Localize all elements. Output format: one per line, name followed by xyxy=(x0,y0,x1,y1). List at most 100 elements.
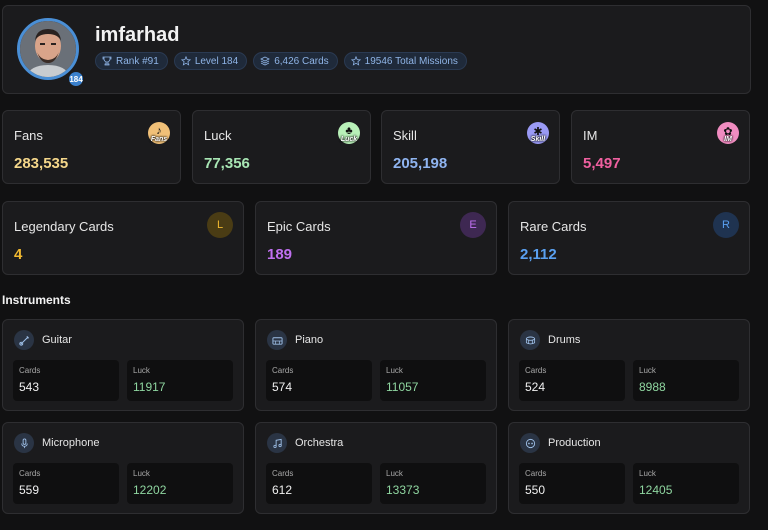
stat-label: Fans xyxy=(14,128,43,143)
stat-card-skill[interactable]: Skill 205,198 ✱ Skill xyxy=(381,110,560,184)
avatar-wrap: 184 xyxy=(17,18,85,88)
luck-label: Luck xyxy=(639,366,656,375)
level-pill: Level 184 xyxy=(173,52,248,70)
cards-label: Cards xyxy=(19,469,41,478)
skill-emblem-icon: ✱ Skill xyxy=(527,122,549,144)
luck-label: Luck xyxy=(386,469,403,478)
stat-card-im[interactable]: IM 5,497 ✿ IM xyxy=(571,110,750,184)
luck-stat: Luck 13373 xyxy=(380,463,486,504)
stat-card-luck[interactable]: Luck 77,356 ♣ Luck xyxy=(192,110,371,184)
instrument-name: Piano xyxy=(295,334,324,346)
rarity-value: 189 xyxy=(267,246,293,263)
username: imfarhad xyxy=(95,24,180,46)
rank-label: Rank #91 xyxy=(116,55,159,67)
stat-label: IM xyxy=(583,128,598,143)
luck-value: 12202 xyxy=(133,483,167,497)
level-label: Level 184 xyxy=(194,55,239,67)
cards-stat: Cards 574 xyxy=(266,360,372,401)
cards-stat: Cards 559 xyxy=(13,463,119,504)
stat-card-fans[interactable]: Fans 283,535 ♪ Fans xyxy=(2,110,181,184)
stat-value: 5,497 xyxy=(583,155,621,172)
emblem-text: IM xyxy=(724,136,732,143)
luck-stat: Luck 11057 xyxy=(380,360,486,401)
piano-icon xyxy=(267,330,287,350)
cards-label: Cards xyxy=(272,469,294,478)
emblem-text: Skill xyxy=(530,136,546,143)
cards-stat: Cards 543 xyxy=(13,360,119,401)
emblem-text: Luck xyxy=(340,136,358,143)
legendary-letter-icon: L xyxy=(207,212,233,238)
cards-value: 543 xyxy=(19,380,40,394)
cards-value: 612 xyxy=(272,483,293,497)
luck-value: 12405 xyxy=(639,483,673,497)
cards-label: Cards xyxy=(272,366,294,375)
instrument-card-piano[interactable]: Piano Cards 574 Luck 11057 xyxy=(255,319,497,411)
epic-cards-card[interactable]: Epic Cards 189 E xyxy=(255,201,497,275)
star-icon xyxy=(350,56,361,66)
profile-card: 184 imfarhad Rank #91 Level 184 6,426 Ca… xyxy=(2,5,751,94)
instrument-name: Orchestra xyxy=(295,437,344,449)
rare-letter-icon: R xyxy=(713,212,739,238)
missions-pill: 19546 Total Missions xyxy=(343,52,467,70)
cards-stat: Cards 550 xyxy=(519,463,625,504)
rarity-value: 4 xyxy=(14,246,23,263)
luck-stat: Luck 12405 xyxy=(633,463,739,504)
avatar[interactable] xyxy=(17,18,79,80)
luck-value: 13373 xyxy=(386,483,420,497)
cards-label: Cards xyxy=(19,366,41,375)
im-emblem-icon: ✿ IM xyxy=(717,122,739,144)
cards-value: 550 xyxy=(525,483,546,497)
clover-emblem-icon: ♣ Luck xyxy=(338,122,360,144)
luck-label: Luck xyxy=(133,366,150,375)
rarity-label: Legendary Cards xyxy=(14,219,114,234)
stat-value: 283,535 xyxy=(14,155,69,172)
level-badge: 184 xyxy=(67,70,85,88)
profile-pills: Rank #91 Level 184 6,426 Cards 19546 Tot… xyxy=(95,52,467,70)
star-icon xyxy=(180,56,191,66)
luck-value: 8988 xyxy=(639,380,666,394)
fans-emblem-icon: ♪ Fans xyxy=(148,122,170,144)
instruments-heading: Instruments xyxy=(2,293,71,307)
instrument-card-production[interactable]: Production Cards 550 Luck 12405 xyxy=(508,422,750,514)
stat-value: 77,356 xyxy=(204,155,250,172)
music-note-icon xyxy=(267,433,287,453)
layers-icon xyxy=(260,56,271,66)
instrument-card-microphone[interactable]: Microphone Cards 559 Luck 12202 xyxy=(2,422,244,514)
luck-value: 11917 xyxy=(133,380,166,394)
luck-label: Luck xyxy=(639,469,656,478)
luck-stat: Luck 8988 xyxy=(633,360,739,401)
guitar-icon xyxy=(14,330,34,350)
emblem-text: Fans xyxy=(150,136,168,143)
missions-label: 19546 Total Missions xyxy=(364,55,458,67)
legendary-cards-card[interactable]: Legendary Cards 4 L xyxy=(2,201,244,275)
trophy-icon xyxy=(102,56,112,66)
luck-label: Luck xyxy=(386,366,403,375)
stat-value: 205,198 xyxy=(393,155,448,172)
stat-label: Luck xyxy=(204,128,232,143)
luck-stat: Luck 11917 xyxy=(127,360,233,401)
stat-label: Skill xyxy=(393,128,417,143)
cards-label: Cards xyxy=(525,366,547,375)
luck-stat: Luck 12202 xyxy=(127,463,233,504)
rare-cards-card[interactable]: Rare Cards 2,112 R xyxy=(508,201,750,275)
epic-letter-icon: E xyxy=(460,212,486,238)
rarity-label: Epic Cards xyxy=(267,219,331,234)
cards-pill: 6,426 Cards xyxy=(253,52,338,70)
cards-stat: Cards 524 xyxy=(519,360,625,401)
rarity-value: 2,112 xyxy=(520,246,557,263)
cards-value: 559 xyxy=(19,483,40,497)
instrument-card-orchestra[interactable]: Orchestra Cards 612 Luck 13373 xyxy=(255,422,497,514)
luck-label: Luck xyxy=(133,469,150,478)
cards-stat: Cards 612 xyxy=(266,463,372,504)
rank-pill: Rank #91 xyxy=(95,52,168,70)
cards-value: 574 xyxy=(272,380,293,394)
instrument-name: Guitar xyxy=(42,334,72,346)
drum-icon xyxy=(520,330,540,350)
cards-value: 524 xyxy=(525,380,546,394)
cards-label: Cards xyxy=(525,469,547,478)
instrument-card-drums[interactable]: Drums Cards 524 Luck 8988 xyxy=(508,319,750,411)
rarity-label: Rare Cards xyxy=(520,219,587,234)
cards-label: 6,426 Cards xyxy=(274,55,329,67)
luck-value: 11057 xyxy=(386,380,419,394)
instrument-card-guitar[interactable]: Guitar Cards 543 Luck 11917 xyxy=(2,319,244,411)
